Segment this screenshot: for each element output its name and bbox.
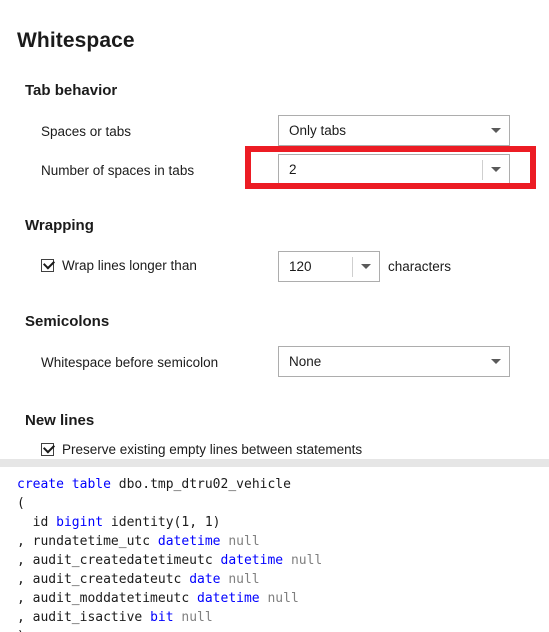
checkbox-row-wrap-lines[interactable]: Wrap lines longer than [41, 257, 197, 273]
code-line: create table dbo.tmp_dtru02_vehicle [17, 475, 549, 494]
label-preserve-existing-empty-lines: Preserve existing empty lines between st… [62, 442, 363, 457]
sql-code-preview[interactable]: create table dbo.tmp_dtru02_vehicle ( id … [0, 467, 549, 632]
code-token: , audit_isactive [17, 610, 151, 625]
dropdown-spaces-or-tabs[interactable]: Only tabs [278, 115, 510, 146]
code-line: id bigint identity(1, 1) [17, 513, 549, 532]
section-heading-tab-behavior: Tab behavior [25, 82, 118, 99]
label-spaces-or-tabs: Spaces or tabs [41, 124, 132, 139]
code-token: , audit_createdatetimeutc [17, 553, 221, 568]
code-token: , audit_createdateutc [17, 572, 190, 587]
chevron-down-icon[interactable] [353, 264, 379, 269]
label-characters-suffix: characters [388, 259, 452, 274]
code-line: ( [17, 494, 549, 513]
whitespace-settings-pane: Whitespace Tab behavior Spaces or tabs O… [0, 0, 549, 459]
code-token: datetime [197, 591, 260, 606]
code-token: dbo.tmp_dtru02_vehicle [110, 477, 291, 492]
code-line: , audit_moddatetimeutc datetime null [17, 589, 549, 608]
label-number-of-spaces-in-tabs: Number of spaces in tabs [41, 163, 195, 178]
page-title: Whitespace [17, 29, 135, 52]
code-token: null [181, 610, 213, 625]
checkbox-wrap-lines[interactable] [41, 257, 56, 272]
check-icon [42, 441, 56, 454]
code-token: id [17, 515, 57, 530]
combo-number-of-spaces-in-tabs-value[interactable]: 2 [279, 162, 482, 177]
dropdown-whitespace-before-semicolon[interactable]: None [278, 346, 510, 377]
code-line: , audit_isactive bit null [17, 608, 549, 627]
checkbox-row-preserve-empty-lines[interactable]: Preserve existing empty lines between st… [41, 441, 363, 457]
code-token: bit [150, 610, 174, 625]
code-line: ); [17, 627, 549, 632]
combo-wrap-line-length-value[interactable]: 120 [279, 259, 352, 274]
combo-number-of-spaces-in-tabs[interactable]: 2 [278, 154, 510, 185]
check-icon [42, 257, 56, 270]
code-token: identity(1, 1) [103, 515, 221, 530]
chevron-down-icon[interactable] [483, 167, 509, 172]
chevron-down-icon[interactable] [483, 128, 509, 133]
section-heading-semicolons: Semicolons [25, 313, 110, 330]
label-whitespace-before-semicolon: Whitespace before semicolon [41, 355, 219, 370]
combo-wrap-line-length[interactable]: 120 [278, 251, 380, 282]
section-heading-wrapping: Wrapping [25, 217, 94, 234]
code-token: date [189, 572, 221, 587]
code-token: null [290, 553, 323, 568]
code-token: table [71, 477, 111, 492]
code-line: , audit_createdateutc date null [17, 570, 549, 589]
code-token: bigint [56, 515, 104, 530]
code-token: null [267, 591, 299, 606]
code-token: null [228, 572, 260, 587]
checkbox-preserve-empty-lines[interactable] [41, 441, 56, 456]
code-line: , rundatetime_utc datetime null [17, 532, 549, 551]
pane-splitter[interactable] [0, 459, 549, 467]
dropdown-whitespace-before-semicolon-value: None [289, 354, 322, 369]
code-line: , audit_createdatetimeutc datetime null [17, 551, 549, 570]
section-heading-new-lines: New lines [25, 412, 95, 429]
code-token: , audit_moddatetimeutc [17, 591, 198, 606]
code-token: datetime [220, 553, 284, 568]
code-token: ( [17, 496, 25, 511]
label-wrap-lines-longer-than: Wrap lines longer than [62, 258, 197, 273]
code-token: null [228, 534, 260, 549]
code-token: , rundatetime_utc [17, 534, 158, 549]
code-token: create [17, 477, 64, 492]
dropdown-spaces-or-tabs-value: Only tabs [289, 123, 347, 138]
chevron-down-icon[interactable] [483, 359, 509, 364]
code-token: datetime [157, 534, 221, 549]
